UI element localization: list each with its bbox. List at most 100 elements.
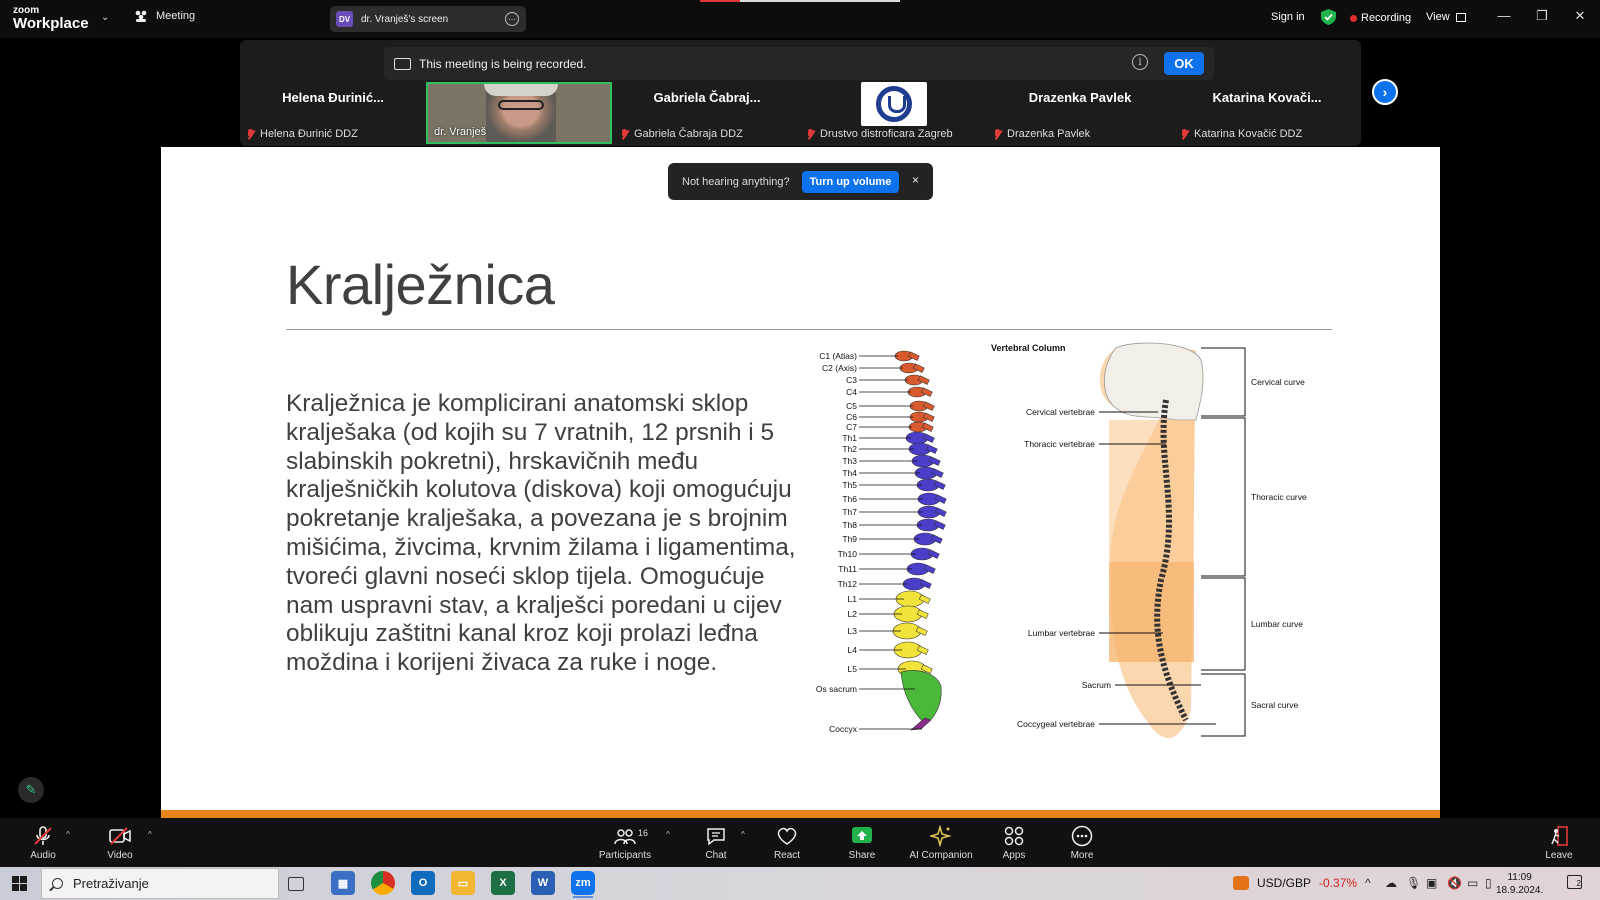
apps-button[interactable]: Apps bbox=[979, 824, 1049, 861]
spine-label: Th11 bbox=[838, 564, 857, 574]
muted-mic-icon bbox=[620, 128, 629, 140]
chrome-app-icon[interactable] bbox=[371, 871, 395, 895]
task-view-icon[interactable] bbox=[288, 877, 304, 891]
participants-caret-icon[interactable]: ^ bbox=[666, 830, 670, 839]
onedrive-cloud-icon[interactable]: ☁ bbox=[1385, 876, 1397, 890]
thoracic-region bbox=[1109, 420, 1194, 562]
chevron-down-icon[interactable]: ⌄ bbox=[101, 12, 109, 23]
chat-label: Chat bbox=[705, 850, 727, 861]
vertebral-region-label: Coccygeal vertebrae bbox=[1017, 719, 1095, 729]
display-tray-icon[interactable]: ▣ bbox=[1426, 876, 1437, 890]
zoom-app-icon[interactable]: zm bbox=[571, 871, 595, 898]
participant-tile[interactable]: Gabriela Čabraj... Gabriela Čabraja DDZ bbox=[614, 82, 800, 144]
close-button[interactable]: ✕ bbox=[1570, 8, 1590, 24]
info-icon[interactable]: i bbox=[1132, 54, 1148, 70]
spine-label: C6 bbox=[846, 412, 857, 422]
participant-tile[interactable]: Katarina Kovači... Katarina Kovačić DDZ bbox=[1174, 82, 1360, 144]
network-icon[interactable]: ▭ bbox=[1467, 876, 1478, 890]
share-button[interactable]: Share bbox=[827, 824, 897, 861]
stock-widget[interactable]: USD/GBP -0.37% bbox=[1233, 876, 1357, 890]
recording-dot-icon bbox=[1350, 14, 1357, 22]
video-button[interactable]: Video bbox=[85, 824, 155, 861]
spine-label: Th7 bbox=[842, 507, 857, 517]
more-dots-icon bbox=[1071, 825, 1093, 847]
ai-companion-button[interactable]: AI Companion bbox=[906, 824, 976, 861]
logo-bottom-text: Workplace bbox=[13, 15, 89, 32]
zoom-logo: zoom Workplace bbox=[13, 6, 89, 32]
close-icon[interactable]: × bbox=[912, 173, 919, 187]
spine-label: C3 bbox=[846, 375, 857, 385]
restore-button[interactable]: ❐ bbox=[1532, 8, 1552, 24]
share-screen-icon bbox=[852, 827, 872, 843]
recording-indicator[interactable]: Recording bbox=[1350, 12, 1411, 24]
next-page-arrow-icon[interactable]: › bbox=[1372, 79, 1398, 105]
spine-label: C2 (Axis) bbox=[822, 363, 857, 373]
recording-notice-banner: This meeting is being recorded. i OK bbox=[384, 47, 1214, 80]
chat-caret-icon[interactable]: ^ bbox=[741, 830, 745, 839]
spine-label: Th9 bbox=[842, 534, 857, 544]
curve-bracket bbox=[1201, 577, 1246, 671]
view-button[interactable]: View bbox=[1426, 11, 1466, 23]
participant-label-text: dr. Vranješ bbox=[434, 126, 487, 138]
spine-label: Os sacrum bbox=[816, 684, 857, 694]
spine-label: Th3 bbox=[842, 456, 857, 466]
security-shield-icon[interactable] bbox=[1321, 9, 1336, 25]
battery-icon[interactable]: ▯ bbox=[1485, 876, 1492, 890]
excel-app-icon[interactable]: X bbox=[491, 871, 515, 895]
spine-label: Th6 bbox=[842, 494, 857, 504]
participants-button[interactable]: Participants bbox=[590, 824, 660, 861]
participant-tile[interactable]: Helena Đurinić... Helena Đurinić DDZ bbox=[240, 82, 426, 144]
calculator-app-icon[interactable]: ▦ bbox=[331, 871, 355, 895]
spine-label: L4 bbox=[848, 645, 858, 655]
search-icon bbox=[52, 878, 63, 889]
windows-start-icon[interactable] bbox=[12, 876, 27, 891]
shared-slide: Kralježnica Kralježnica je komplicirani … bbox=[161, 147, 1440, 816]
volume-muted-icon[interactable]: 🔇 bbox=[1447, 876, 1462, 890]
file-explorer-app-icon[interactable]: ▭ bbox=[451, 871, 475, 895]
meeting-menu-button[interactable]: Meeting bbox=[134, 10, 195, 22]
more-options-icon[interactable]: ··· bbox=[505, 12, 519, 26]
ai-companion-label: AI Companion bbox=[909, 850, 973, 861]
spine-label: L5 bbox=[848, 664, 858, 674]
minimize-button[interactable]: — bbox=[1494, 8, 1514, 23]
ok-button[interactable]: OK bbox=[1164, 52, 1204, 75]
more-button[interactable]: More bbox=[1047, 824, 1117, 861]
muted-mic-icon bbox=[246, 128, 255, 140]
sign-in-link[interactable]: Sign in bbox=[1271, 11, 1305, 23]
vertebral-region-label: Sacrum bbox=[1082, 680, 1111, 690]
shared-screen-tab[interactable]: DV dr. Vranješ's screen ··· bbox=[330, 6, 526, 32]
audio-hint-text: Not hearing anything? bbox=[682, 175, 790, 188]
participant-video-tile[interactable]: dr. Vranješ bbox=[426, 82, 612, 144]
show-hidden-icons-chevron-icon[interactable]: ^ bbox=[1365, 876, 1371, 890]
participant-label-text: Katarina Kovačić DDZ bbox=[1194, 128, 1303, 140]
participant-label-text: Drazenka Pavlek bbox=[1007, 128, 1091, 140]
react-button[interactable]: React bbox=[752, 824, 822, 861]
curve-label: Lumbar curve bbox=[1251, 619, 1303, 629]
participant-tile[interactable]: Drazenka Pavlek Drazenka Pavlek bbox=[987, 82, 1173, 144]
audio-label: Audio bbox=[30, 850, 56, 861]
participant-label: Gabriela Čabraja DDZ bbox=[620, 128, 743, 140]
participant-tile[interactable]: Drustvo distroficara Zagreb bbox=[800, 82, 986, 144]
video-options-caret-icon[interactable]: ^ bbox=[148, 830, 152, 839]
microphone-tray-icon[interactable]: 🎙 bbox=[1406, 876, 1421, 890]
share-progress-indicator bbox=[700, 0, 900, 2]
slide-accent-bar bbox=[161, 810, 1440, 818]
spine-label: Th1 bbox=[842, 433, 857, 443]
spine-label: Th10 bbox=[838, 549, 858, 559]
annotate-pen-icon[interactable]: ✎ bbox=[18, 777, 44, 803]
leave-button[interactable]: Leave bbox=[1524, 824, 1594, 861]
turn-up-volume-button[interactable]: Turn up volume bbox=[801, 170, 900, 193]
taskbar-search-input[interactable]: Pretraživanje bbox=[41, 868, 279, 899]
curve-bracket bbox=[1201, 673, 1246, 737]
participant-label: dr. Vranješ bbox=[434, 126, 486, 138]
vertebral-column-diagram: Vertebral Column Cervical vertebrae Thora… bbox=[991, 342, 1307, 739]
audio-options-caret-icon[interactable]: ^ bbox=[66, 830, 70, 839]
vertebral-region-label: Cervical vertebrae bbox=[1026, 407, 1095, 417]
word-app-icon[interactable]: W bbox=[531, 871, 555, 895]
lumbar-region bbox=[1109, 562, 1194, 662]
outlook-app-icon[interactable]: O bbox=[411, 871, 435, 895]
notification-center-icon[interactable]: 2 bbox=[1567, 875, 1582, 889]
system-clock[interactable]: 11:09 18.9.2024. bbox=[1496, 871, 1543, 897]
leave-door-icon bbox=[1551, 826, 1568, 846]
skull-shape bbox=[1104, 342, 1204, 421]
